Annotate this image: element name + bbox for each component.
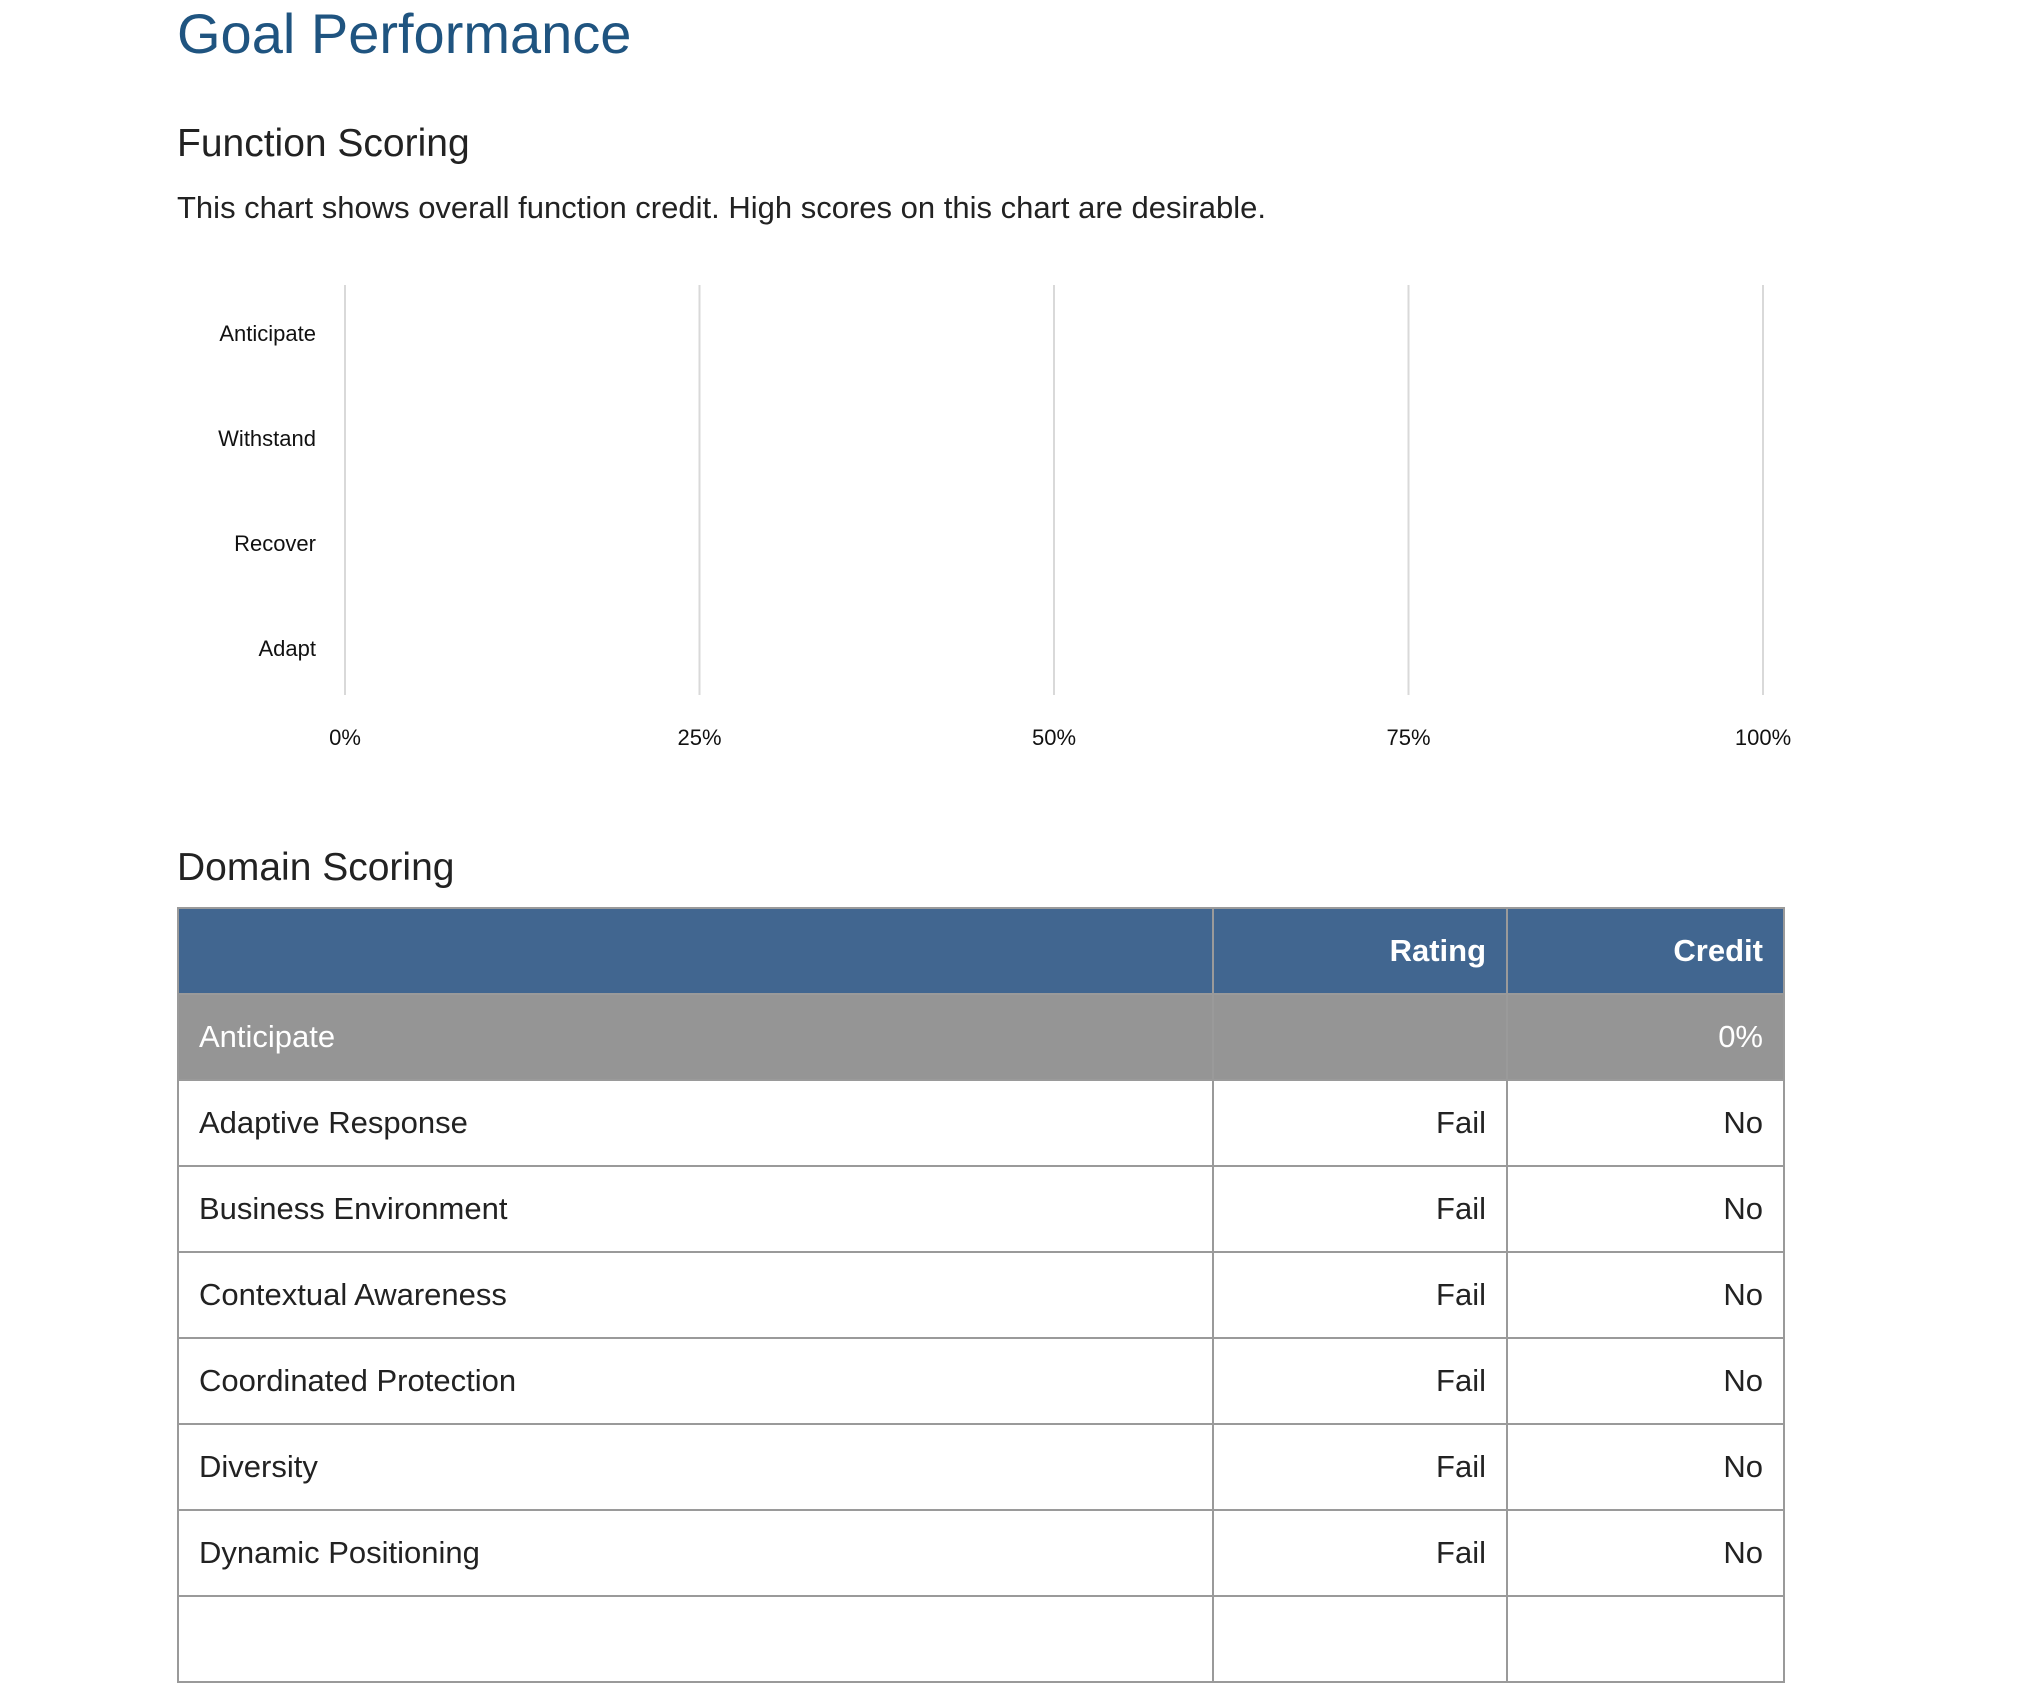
domain-rating [1212,1595,1508,1683]
function-scoring-chart: 0% 25% 50% 75% 100% Anticipate Withstand Recove… [218,285,1791,750]
domain-rating: Fail [1212,1423,1508,1511]
table-row: Diversity Fail No [177,1423,1785,1511]
domain-name: Contextual Awareness [177,1251,1214,1339]
domain-credit: No [1506,1251,1785,1339]
x-tick-label: 25% [677,725,721,750]
y-category-label: Anticipate [219,321,316,346]
x-tick-label: 50% [1032,725,1076,750]
group-rating [1212,993,1508,1081]
table-row: Contextual Awareness Fail No [177,1251,1785,1339]
y-category-label: Recover [234,531,316,556]
column-header-name [177,907,1214,995]
domain-name: Adaptive Response [177,1079,1214,1167]
y-category-label: Withstand [218,426,316,451]
domain-name: Diversity [177,1423,1214,1511]
domain-rating: Fail [1212,1251,1508,1339]
domain-credit: No [1506,1079,1785,1167]
group-name: Anticipate [177,993,1214,1081]
domain-rating: Fail [1212,1079,1508,1167]
group-row-anticipate: Anticipate 0% [177,993,1785,1081]
table-row: Coordinated Protection Fail No [177,1337,1785,1425]
x-tick-label: 0% [329,725,361,750]
domain-name: Coordinated Protection [177,1337,1214,1425]
table-row: Adaptive Response Fail No [177,1079,1785,1167]
table-row: Dynamic Positioning Fail No [177,1509,1785,1597]
domain-name [177,1595,1214,1683]
x-tick-label: 100% [1735,725,1791,750]
y-category-label: Adapt [259,636,317,661]
domain-rating: Fail [1212,1509,1508,1597]
x-tick-label: 75% [1386,725,1430,750]
table-header-row: Rating Credit [177,907,1785,995]
domain-scoring-heading: Domain Scoring [177,846,455,889]
group-credit: 0% [1506,993,1785,1081]
column-header-credit: Credit [1506,907,1785,995]
domain-credit: No [1506,1509,1785,1597]
domain-credit: No [1506,1423,1785,1511]
table-row [177,1595,1785,1683]
domain-credit [1506,1595,1785,1683]
table-row: Business Environment Fail No [177,1165,1785,1253]
column-header-rating: Rating [1212,907,1508,995]
domain-scoring-table: Rating Credit Anticipate 0% Adaptive Res… [177,907,1785,1683]
domain-name: Dynamic Positioning [177,1509,1214,1597]
domain-credit: No [1506,1165,1785,1253]
domain-rating: Fail [1212,1337,1508,1425]
domain-credit: No [1506,1337,1785,1425]
domain-rating: Fail [1212,1165,1508,1253]
domain-name: Business Environment [177,1165,1214,1253]
